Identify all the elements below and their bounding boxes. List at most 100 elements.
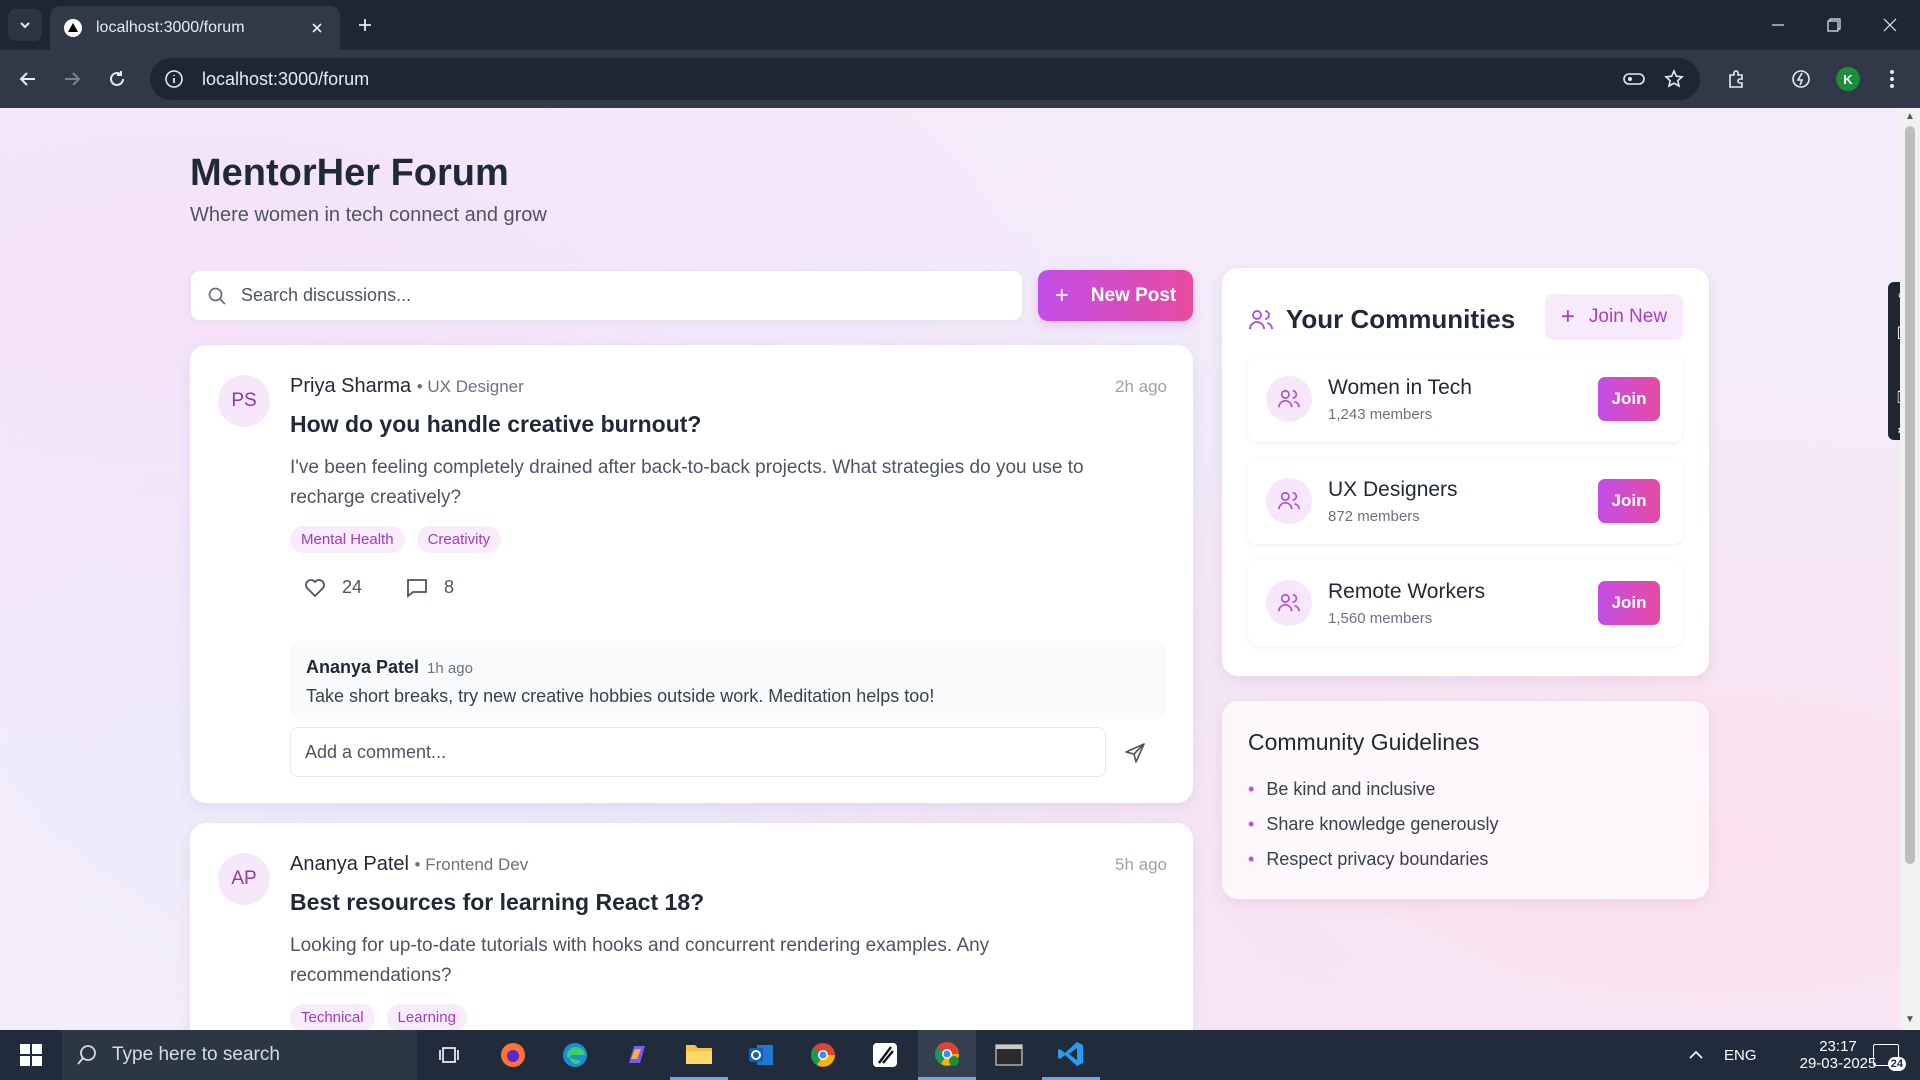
users-icon	[1266, 376, 1312, 422]
comment-field[interactable]	[290, 727, 1106, 777]
notifications-button[interactable]: 24	[1866, 1030, 1906, 1080]
like-button[interactable]: 24	[304, 577, 362, 598]
author-name[interactable]: Priya Sharma	[290, 375, 411, 397]
author-role: • Frontend Dev	[414, 855, 529, 874]
taskbar-app[interactable]	[856, 1030, 914, 1080]
reload-button[interactable]	[101, 63, 133, 95]
guideline-item: • Share knowledge generously	[1248, 814, 1498, 849]
scroll-up-icon[interactable]: ▲	[1904, 111, 1916, 123]
arrow-right-icon	[65, 72, 81, 86]
taskbar-edge[interactable]	[546, 1030, 604, 1080]
edge-icon	[563, 1043, 587, 1067]
users-icon	[1266, 580, 1312, 626]
language-indicator[interactable]: ENG	[1724, 1030, 1757, 1080]
notification-count: 24	[1887, 1057, 1906, 1071]
browser-tabstrip: localhost:3000/forum	[0, 0, 1920, 50]
comment-input[interactable]	[305, 741, 1085, 763]
task-view-button[interactable]	[420, 1030, 478, 1080]
guideline-text: Share knowledge generously	[1266, 814, 1499, 834]
tab-search-button[interactable]	[8, 9, 42, 41]
restore-button[interactable]	[1806, 0, 1862, 50]
tab-close-icon[interactable]	[308, 19, 326, 37]
taskbar-outlook[interactable]	[732, 1030, 790, 1080]
new-post-label: New Post	[1090, 284, 1177, 306]
tag[interactable]: Mental Health	[290, 526, 405, 553]
search-input[interactable]	[241, 285, 1001, 306]
restore-icon	[1827, 18, 1841, 32]
join-button[interactable]: Join	[1598, 581, 1660, 625]
community-name[interactable]: UX Designers	[1328, 478, 1458, 502]
author-name[interactable]: Ananya Patel	[290, 853, 409, 875]
show-hidden-icons[interactable]	[1688, 1030, 1704, 1080]
taskbar-search[interactable]: Type here to search	[62, 1030, 417, 1080]
search-icon	[77, 1045, 96, 1065]
guideline-item: • Respect privacy boundaries	[1248, 849, 1498, 884]
author-role: • UX Designer	[416, 377, 524, 396]
profile-button[interactable]: K	[1832, 63, 1864, 95]
post-body: I've been feeling completely drained aft…	[290, 457, 1084, 508]
back-button[interactable]	[12, 63, 44, 95]
minimize-button[interactable]	[1750, 0, 1806, 50]
users-icon	[1266, 478, 1312, 524]
post-card: PS Priya Sharma • UX Designer 2h ago How…	[190, 345, 1193, 803]
taskbar-copilot[interactable]	[608, 1030, 666, 1080]
send-comment-button[interactable]	[1120, 738, 1150, 768]
join-button[interactable]: Join	[1598, 377, 1660, 421]
communities-title-text: Your Communities	[1286, 304, 1516, 334]
post-title[interactable]: Best resources for learning React 18?	[290, 889, 704, 916]
new-post-button[interactable]: + New Post	[1038, 270, 1193, 321]
windows-logo-icon	[20, 1044, 42, 1066]
bullet-icon: •	[1248, 779, 1255, 799]
join-button[interactable]: Join	[1598, 479, 1660, 523]
reply-time: 1h ago	[427, 660, 473, 677]
heart-icon	[305, 578, 325, 597]
taskbar-chrome-profile[interactable]	[918, 1030, 976, 1080]
page-title: MentorHer Forum	[190, 152, 509, 194]
forward-button[interactable]	[56, 63, 88, 95]
close-window-button[interactable]	[1862, 0, 1918, 50]
clock-time: 23:17	[1819, 1038, 1857, 1055]
guideline-text: Respect privacy boundaries	[1266, 849, 1489, 869]
community-item: UX Designers 872 members Join	[1248, 458, 1683, 544]
performance-button[interactable]	[1785, 63, 1817, 95]
minimize-icon	[1772, 24, 1784, 26]
more-vertical-icon	[1890, 70, 1894, 88]
post-card: AP Ananya Patel • Frontend Dev 5h ago Be…	[190, 823, 1193, 1030]
address-bar[interactable]: localhost:3000/forum	[150, 58, 1700, 100]
extensions-button[interactable]	[1720, 63, 1752, 95]
tag[interactable]: Technical	[290, 1004, 375, 1030]
taskbar-terminal[interactable]	[980, 1030, 1038, 1080]
password-key-icon[interactable]	[1620, 65, 1648, 93]
post-title[interactable]: How do you handle creative burnout?	[290, 411, 701, 438]
clock-date: 29-03-2025	[1799, 1055, 1877, 1072]
taskbar-file-explorer[interactable]	[670, 1030, 728, 1080]
scrollbar-thumb[interactable]	[1905, 126, 1915, 864]
tag[interactable]: Creativity	[416, 526, 502, 553]
users-icon	[1249, 309, 1273, 329]
page-scrollbar[interactable]: ▲ ▼	[1900, 108, 1920, 1030]
taskbar-firefox[interactable]	[484, 1030, 542, 1080]
taskbar-vscode[interactable]	[1042, 1030, 1100, 1080]
guideline-item: • Be kind and inclusive	[1248, 779, 1498, 814]
community-name[interactable]: Remote Workers	[1328, 580, 1485, 604]
chevron-up-icon	[1689, 1050, 1703, 1059]
site-info-icon[interactable]	[164, 69, 184, 89]
community-name[interactable]: Women in Tech	[1328, 376, 1472, 400]
plus-icon: +	[1560, 303, 1575, 330]
scroll-down-icon[interactable]: ▼	[1904, 1014, 1916, 1026]
taskbar-chrome[interactable]	[794, 1030, 852, 1080]
start-button[interactable]	[2, 1030, 60, 1080]
browser-tab[interactable]: localhost:3000/forum	[50, 6, 340, 50]
new-tab-button[interactable]	[352, 12, 378, 38]
tag[interactable]: Learning	[386, 1004, 467, 1030]
guideline-text: Be kind and inclusive	[1266, 779, 1436, 799]
join-new-button[interactable]: + Join New	[1545, 294, 1683, 340]
browser-menu-button[interactable]	[1876, 63, 1908, 95]
comment-count-button[interactable]: 8	[406, 577, 454, 598]
search-icon	[208, 287, 226, 305]
reply-header: Ananya Patel 1h ago	[306, 657, 1166, 678]
bookmark-star-icon[interactable]	[1660, 65, 1688, 93]
bullet-icon: •	[1248, 849, 1255, 869]
search-bar[interactable]	[190, 270, 1023, 321]
community-members: 1,243 members	[1328, 406, 1433, 423]
